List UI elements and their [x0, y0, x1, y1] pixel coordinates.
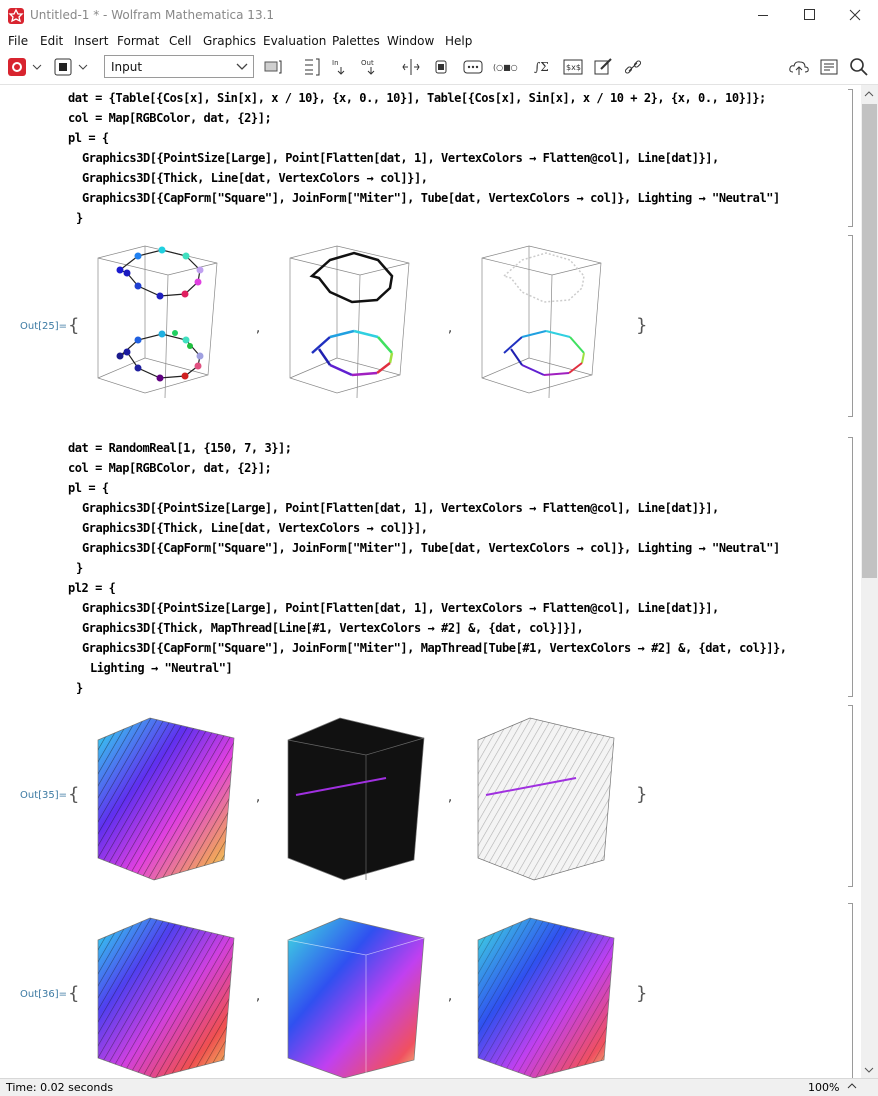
- template-icon[interactable]: (○■○): [492, 56, 521, 78]
- placeholder-icon[interactable]: [462, 56, 484, 78]
- tex-input-icon[interactable]: $x$: [562, 56, 584, 78]
- code-line: Graphics3D[{CapForm["Square"], JoinForm[…: [82, 541, 780, 555]
- menu-window[interactable]: Window: [387, 34, 434, 48]
- random-tube-plot[interactable]: [477, 717, 615, 881]
- random-tube-plot-2[interactable]: [477, 917, 615, 1078]
- zoom-level[interactable]: 100%: [808, 1081, 839, 1094]
- code-line: Graphics3D[{Thick, Line[dat, VertexColor…: [82, 521, 428, 535]
- notebook-area: dat = {Table[{Cos[x], Sin[x], x / 10}, {…: [0, 85, 860, 1078]
- random-thick-line-plot[interactable]: [287, 717, 425, 881]
- svg-text:∫Σ: ∫Σ: [534, 60, 549, 74]
- drawing-tools-icon[interactable]: [592, 56, 614, 78]
- output-label: Out[35]=: [20, 790, 68, 801]
- insert-input-icon[interactable]: In: [330, 56, 352, 78]
- code-line: Graphics3D[{PointSize[Large], Point[Flat…: [82, 151, 719, 165]
- random-points-plot-2[interactable]: [97, 917, 235, 1078]
- cell-bracket[interactable]: [848, 89, 853, 227]
- math-input-icon[interactable]: ∫Σ: [532, 56, 554, 78]
- code-line: }: [76, 211, 83, 225]
- evaluation-time: Time: 0.02 seconds: [6, 1081, 114, 1094]
- cell-bracket[interactable]: [848, 235, 853, 417]
- window-title: Untitled-1 * - Wolfram Mathematica 13.1: [30, 8, 275, 22]
- close-button[interactable]: [832, 0, 878, 31]
- code-line: Graphics3D[{PointSize[Large], Point[Flat…: [82, 501, 719, 515]
- output-brace-open: {: [68, 983, 80, 1004]
- output-label: Out[25]=: [20, 321, 68, 332]
- code-line: col = Map[RGBColor, dat, {2}];: [68, 111, 272, 125]
- code-line: Lighting → "Neutral"]: [90, 661, 233, 675]
- menu-cell[interactable]: Cell: [169, 34, 191, 48]
- random-points-plot[interactable]: [97, 717, 235, 881]
- cell-style-value: Input: [111, 60, 143, 74]
- code-line: }: [76, 681, 83, 695]
- merge-cells-icon[interactable]: [430, 56, 452, 78]
- search-icon[interactable]: [848, 56, 870, 78]
- output-label: Out[36]=: [20, 989, 68, 1000]
- output-brace-open: {: [68, 784, 80, 805]
- helix-thick-line-plot[interactable]: [289, 245, 410, 399]
- code-line: dat = {Table[{Cos[x], Sin[x], x / 10}, {…: [68, 91, 766, 105]
- menu-help[interactable]: Help: [445, 34, 472, 48]
- scrollbar-thumb[interactable]: [862, 104, 877, 578]
- menu-format[interactable]: Format: [117, 34, 159, 48]
- output-brace-open: {: [68, 315, 80, 336]
- menu-bar: File Edit Insert Format Cell Graphics Ev…: [0, 31, 878, 51]
- output-36-graphics: [97, 917, 615, 1078]
- svg-text:(○■○): (○■○): [493, 63, 518, 72]
- output-35-graphics: [97, 717, 615, 881]
- code-line: pl = {: [68, 131, 109, 145]
- cell-style-select[interactable]: Input: [104, 55, 254, 78]
- svg-text:$x$: $x$: [566, 63, 581, 72]
- menu-palettes[interactable]: Palettes: [332, 34, 380, 48]
- notebook-icon[interactable]: [818, 56, 840, 78]
- cell-bracket[interactable]: [848, 437, 853, 697]
- helix-tube-plot[interactable]: [481, 245, 602, 399]
- code-line: }: [76, 561, 83, 575]
- split-cell-icon[interactable]: [400, 56, 422, 78]
- cell-bracket-icon[interactable]: [300, 56, 322, 78]
- scroll-up-icon[interactable]: [863, 88, 875, 100]
- cell-bracket[interactable]: [848, 903, 853, 1078]
- zoom-dropdown-icon[interactable]: [846, 1082, 858, 1092]
- code-line: col = Map[RGBColor, dat, {2}];: [68, 461, 272, 475]
- svg-text:Out: Out: [361, 59, 374, 67]
- menu-edit[interactable]: Edit: [40, 34, 63, 48]
- chevron-down-icon[interactable]: [30, 56, 44, 78]
- evaluate-icon[interactable]: [6, 56, 28, 78]
- chevron-down-icon: [236, 63, 248, 70]
- menu-insert[interactable]: Insert: [74, 34, 108, 48]
- random-thick-line-plot-2[interactable]: [287, 917, 425, 1078]
- cloud-upload-icon[interactable]: [788, 56, 810, 78]
- title-bar: Untitled-1 * - Wolfram Mathematica 13.1: [0, 0, 878, 31]
- insert-output-icon[interactable]: Out: [360, 56, 382, 78]
- code-line: dat = RandomReal[1, {150, 7, 3}];: [68, 441, 292, 455]
- chevron-down-icon[interactable]: [76, 56, 90, 78]
- output-25-graphics: [97, 245, 602, 399]
- code-line: Graphics3D[{CapForm["Square"], JoinForm[…: [82, 191, 780, 205]
- code-line: Graphics3D[{Thick, Line[dat, VertexColor…: [82, 171, 428, 185]
- code-line: Graphics3D[{CapForm["Square"], JoinForm[…: [82, 641, 787, 655]
- menu-evaluation[interactable]: Evaluation: [263, 34, 326, 48]
- svg-text:In: In: [332, 59, 339, 67]
- code-line: Graphics3D[{PointSize[Large], Point[Flat…: [82, 601, 719, 615]
- menu-file[interactable]: File: [8, 34, 28, 48]
- status-bar: Time: 0.02 seconds 100%: [0, 1078, 878, 1096]
- scroll-down-icon[interactable]: [863, 1064, 875, 1076]
- menu-graphics[interactable]: Graphics: [203, 34, 256, 48]
- code-line: Graphics3D[{Thick, MapThread[Line[#1, Ve…: [82, 621, 584, 635]
- abort-icon[interactable]: [52, 56, 74, 78]
- hyperlink-icon[interactable]: [622, 56, 644, 78]
- code-line: pl2 = {: [68, 581, 116, 595]
- code-line: pl = {: [68, 481, 109, 495]
- cell-bracket[interactable]: [848, 705, 853, 887]
- cell-style-palette-icon[interactable]: [262, 56, 284, 78]
- mathematica-app-icon[interactable]: [8, 8, 24, 24]
- minimize-button[interactable]: [740, 0, 786, 31]
- helix-points-plot[interactable]: [97, 245, 218, 399]
- maximize-button[interactable]: [786, 0, 832, 31]
- toolbar: Input In Out (○■○) ∫Σ $x$: [0, 51, 878, 85]
